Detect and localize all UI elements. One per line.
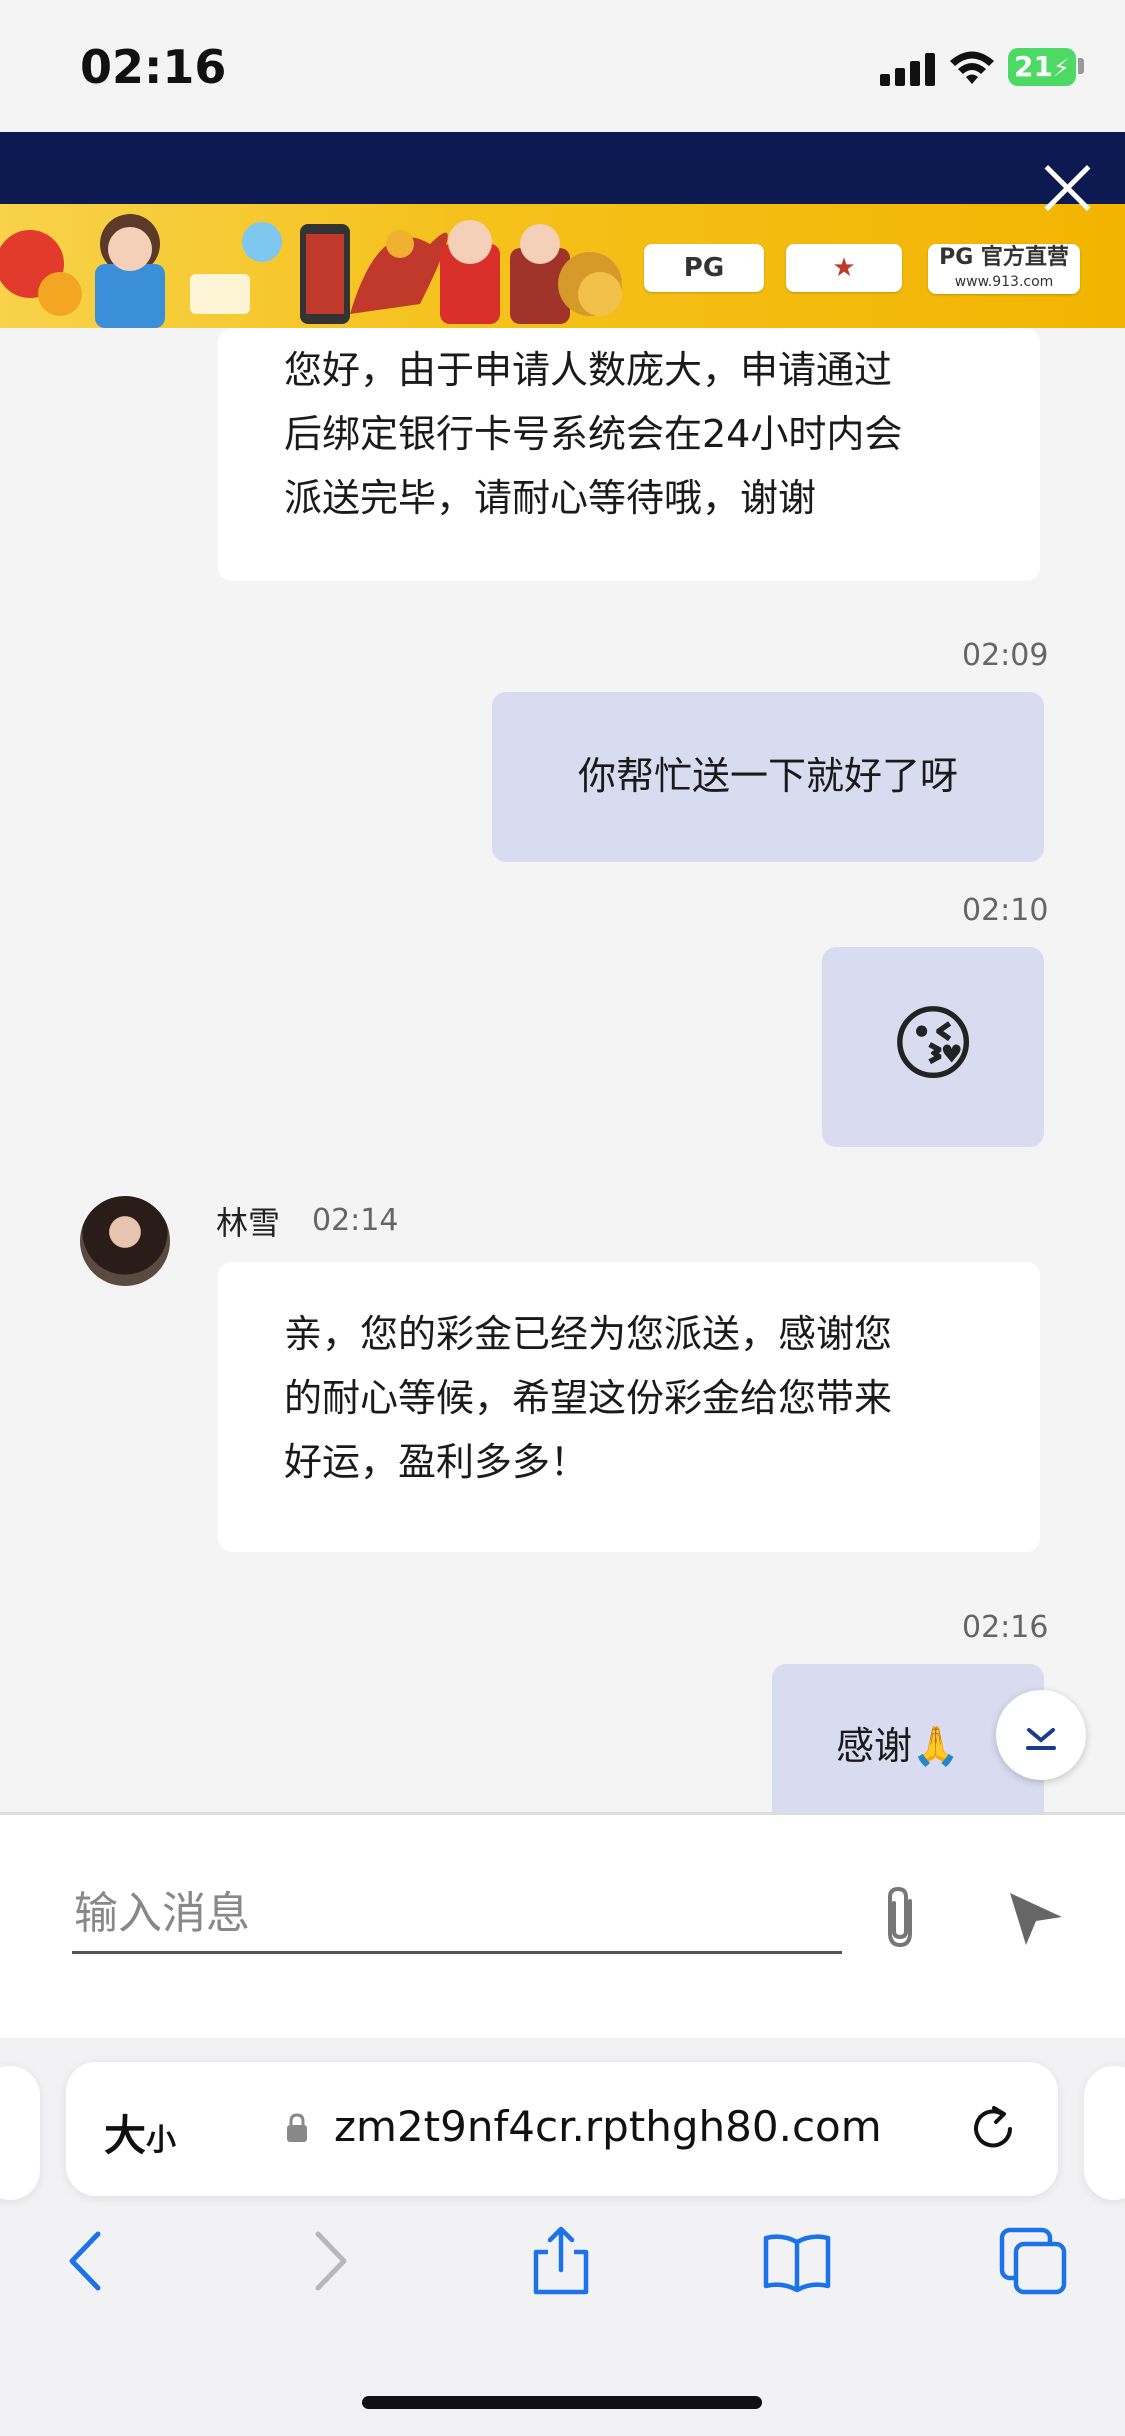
status-time: 02:16 bbox=[80, 40, 227, 94]
message-input-bar bbox=[0, 1812, 1125, 2041]
message-text-line: 派送完毕，请耐心等待哦，谢谢 bbox=[284, 476, 817, 520]
message-text-line: 后绑定银行卡号系统会在24小时内会 bbox=[284, 412, 903, 456]
message-bubble-outgoing: 😘 bbox=[822, 947, 1044, 1147]
tabs-icon[interactable] bbox=[998, 2226, 1068, 2296]
ad-banner[interactable]: PG ★ PG 官方直营 www.913.com bbox=[0, 132, 1125, 328]
message-text-line: 的耐心等候，希望这份彩金给您带来 bbox=[284, 1376, 893, 1420]
send-icon[interactable] bbox=[1006, 1887, 1066, 1947]
previous-tab-peek[interactable] bbox=[0, 2066, 40, 2200]
bookmarks-icon[interactable] bbox=[762, 2226, 832, 2296]
browser-toolbar: 大小 zm2t9nf4cr.rpthgh80.com bbox=[0, 2038, 1125, 2436]
scroll-to-bottom-button[interactable] bbox=[996, 1690, 1086, 1780]
message-time: 02:09 bbox=[962, 638, 1049, 673]
battery-icon: 21⚡ bbox=[1008, 48, 1076, 86]
emoji-kiss: 😘 bbox=[890, 997, 976, 1092]
battery-level: 21 bbox=[1014, 50, 1053, 83]
message-text: 感谢🙏 bbox=[836, 1724, 960, 1768]
sender-name: 林雪 bbox=[216, 1204, 281, 1242]
signal-icon bbox=[880, 52, 936, 86]
message-text-line: 好运，盈利多多！ bbox=[284, 1440, 589, 1484]
message-text-line: 亲，您的彩金已经为您派送，感谢您 bbox=[284, 1312, 893, 1356]
message-bubble-incoming: 您好，由于申请人数庞大，申请通过 后绑定银行卡号系统会在24小时内会 派送完毕，… bbox=[218, 328, 1040, 581]
message-time: 02:10 bbox=[962, 893, 1049, 928]
message-bubble-outgoing: 你帮忙送一下就好了呀 bbox=[492, 692, 1044, 862]
message-time: 02:16 bbox=[962, 1610, 1049, 1645]
share-icon[interactable] bbox=[526, 2226, 596, 2296]
game-logo-badge: ★ bbox=[786, 244, 902, 292]
lock-icon bbox=[287, 2113, 307, 2142]
address-bar[interactable]: 大小 zm2t9nf4cr.rpthgh80.com bbox=[66, 2062, 1058, 2196]
official-badge: PG 官方直营 www.913.com bbox=[928, 244, 1080, 294]
avatar[interactable] bbox=[80, 1196, 170, 1286]
back-icon[interactable] bbox=[52, 2226, 122, 2296]
forward-icon[interactable] bbox=[294, 2226, 364, 2296]
home-indicator bbox=[362, 2396, 762, 2409]
pg-badge: PG bbox=[644, 244, 764, 292]
message-input[interactable] bbox=[72, 1875, 842, 1954]
url-text: zm2t9nf4cr.rpthgh80.com bbox=[334, 2102, 882, 2151]
close-icon[interactable] bbox=[1037, 158, 1097, 218]
status-bar: 02:16 21⚡ bbox=[0, 0, 1125, 132]
paperclip-icon[interactable] bbox=[876, 1883, 926, 1953]
wifi-icon bbox=[950, 51, 994, 84]
message-bubble-incoming: 亲，您的彩金已经为您派送，感谢您 的耐心等候，希望这份彩金给您带来 好运，盈利多… bbox=[218, 1262, 1040, 1552]
message-text: 你帮忙送一下就好了呀 bbox=[577, 754, 958, 798]
banner-illustration bbox=[0, 214, 622, 328]
text-size-button[interactable]: 大小 bbox=[104, 2102, 176, 2163]
next-tab-peek[interactable] bbox=[1084, 2066, 1125, 2200]
message-text-line: 您好，由于申请人数庞大，申请通过 bbox=[284, 348, 893, 392]
battery-cap bbox=[1078, 58, 1084, 74]
reload-icon[interactable] bbox=[966, 2102, 1020, 2156]
message-time: 02:14 bbox=[312, 1203, 399, 1238]
chevron-down-icon bbox=[1026, 1728, 1056, 1750]
